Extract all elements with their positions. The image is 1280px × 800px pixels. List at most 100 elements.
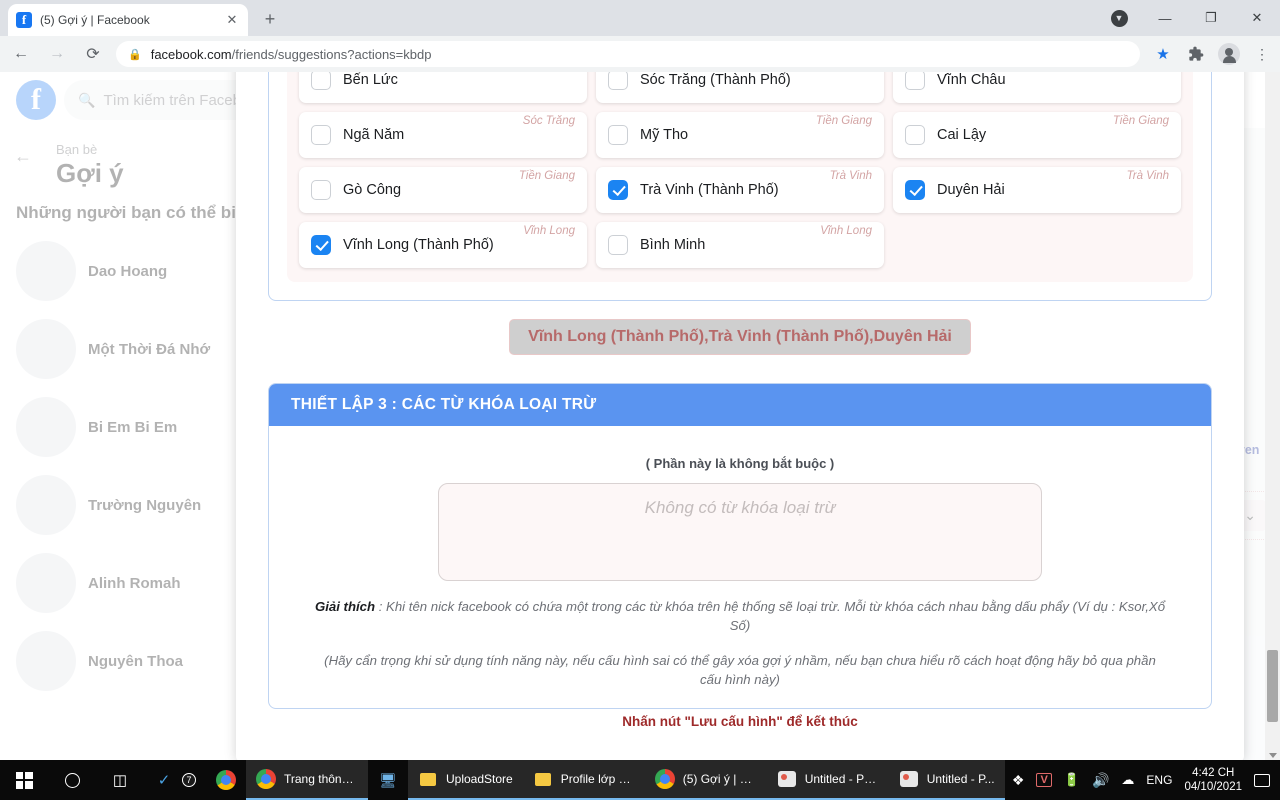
checkbox-icon[interactable] bbox=[905, 72, 925, 90]
chrome-icon bbox=[256, 769, 276, 789]
city-checkbox-item[interactable]: Sóc Trăng Ngã Năm bbox=[299, 112, 587, 158]
facebook-logo-icon[interactable]: f bbox=[16, 80, 56, 120]
checkbox-icon-checked[interactable] bbox=[608, 180, 628, 200]
wifi-icon[interactable]: ☁ bbox=[1121, 772, 1134, 788]
address-bar[interactable]: 🔒 facebook.com/friends/suggestions?actio… bbox=[116, 41, 1140, 67]
city-province: Tiền Giang bbox=[518, 170, 575, 182]
page-scrollbar[interactable] bbox=[1265, 72, 1280, 762]
close-icon[interactable]: ✕ bbox=[224, 12, 240, 28]
taskbar-app-uploadstore[interactable]: UploadStore bbox=[408, 760, 523, 800]
city-checkbox-item[interactable]: Trà Vinh Duyên Hải bbox=[893, 167, 1181, 213]
task-view-icon: ◫ bbox=[112, 772, 128, 789]
city-checkbox-item[interactable]: Bến Lức bbox=[299, 72, 587, 103]
selected-cities-wrap: Vĩnh Long (Thành Phố),Trà Vinh (Thành Ph… bbox=[236, 301, 1244, 365]
suggestion-name: Dao Hoang bbox=[88, 262, 168, 280]
checkbox-icon-checked[interactable] bbox=[311, 235, 331, 255]
screen: f (5) Gợi ý | Facebook ✕ + ▼ — ❐ ✕ ← → ⟳… bbox=[0, 0, 1280, 800]
city-name: Duyên Hải bbox=[937, 182, 1005, 198]
city-checkbox-item[interactable]: Vĩnh Long Vĩnh Long (Thành Phố) bbox=[299, 222, 587, 268]
dropbox-icon[interactable]: ❖ bbox=[1012, 772, 1025, 789]
profile-avatar-icon[interactable] bbox=[1214, 39, 1244, 69]
city-name: Trà Vinh (Thành Phố) bbox=[640, 182, 779, 198]
checkbox-icon[interactable] bbox=[608, 235, 628, 255]
explain-text: : Khi tên nick facebook có chứa một tron… bbox=[375, 599, 1166, 634]
city-checkbox-item[interactable]: Vĩnh Châu bbox=[893, 72, 1181, 103]
v-icon[interactable]: V bbox=[1036, 773, 1052, 787]
setting3-inner: ( Phần này là không bắt buộc ) Giải thíc… bbox=[269, 426, 1211, 708]
city-province: Tiền Giang bbox=[815, 115, 872, 127]
taskbar-app-label: UploadStore bbox=[446, 772, 513, 786]
checkbox-icon[interactable] bbox=[905, 125, 925, 145]
city-province: Vĩnh Long bbox=[523, 225, 575, 237]
exclude-keywords-textarea[interactable] bbox=[438, 483, 1042, 581]
url-path: /friends/suggestions?actions=kbdp bbox=[231, 46, 432, 62]
browser-toolbar: ← → ⟳ 🔒 facebook.com/friends/suggestions… bbox=[0, 36, 1280, 72]
city-name: Ngã Năm bbox=[343, 127, 405, 143]
search-button[interactable] bbox=[48, 760, 96, 800]
checkbox-icon[interactable] bbox=[311, 72, 331, 90]
checkbox-icon[interactable] bbox=[311, 180, 331, 200]
language-indicator[interactable]: ENG bbox=[1146, 773, 1172, 787]
city-checkbox-item[interactable]: Tiền Giang Gò Công bbox=[299, 167, 587, 213]
network-icon: 🖥 bbox=[379, 771, 397, 788]
city-checkbox-item[interactable]: Trà Vinh Trà Vinh (Thành Phố) bbox=[596, 167, 884, 213]
chrome-menu-icon[interactable]: ⋮ bbox=[1247, 39, 1277, 69]
minimize-button[interactable]: — bbox=[1142, 0, 1188, 36]
chevron-down-icon: ▼ bbox=[1110, 9, 1128, 27]
setting3-optional-note: ( Phần này là không bắt buộc ) bbox=[645, 456, 835, 471]
setting3-explanation: Giải thích : Khi tên nick facebook có ch… bbox=[313, 597, 1167, 635]
page-viewport: f 🔍 Tìm kiếm trên Facebo ← Bạn bè Gợi ý … bbox=[0, 72, 1280, 762]
reload-icon[interactable]: ⟳ bbox=[78, 39, 108, 69]
clock[interactable]: 4:42 CH 04/10/2021 bbox=[1184, 766, 1242, 795]
todo-badge: 7 bbox=[182, 773, 196, 787]
scroll-down-arrow-icon[interactable] bbox=[1269, 753, 1277, 758]
checkbox-icon-checked[interactable] bbox=[905, 180, 925, 200]
paint-icon bbox=[777, 769, 797, 789]
taskbar-app-network[interactable]: 🖥 bbox=[368, 760, 408, 800]
forward-icon[interactable]: → bbox=[42, 39, 72, 69]
taskbar-app-paint-1[interactable]: Untitled - Pa... bbox=[766, 760, 889, 800]
bookmark-star-icon[interactable]: ★ bbox=[1148, 39, 1178, 69]
taskbar-app-profile-lop3[interactable]: Profile lớp 3... bbox=[522, 760, 645, 800]
start-button[interactable] bbox=[0, 760, 48, 800]
back-arrow-icon[interactable]: ← bbox=[14, 146, 32, 167]
chrome-icon bbox=[216, 770, 236, 790]
checkbox-icon[interactable] bbox=[608, 125, 628, 145]
taskbar-app-paint-2[interactable]: Untitled - P... bbox=[888, 760, 1005, 800]
back-icon[interactable]: ← bbox=[6, 39, 36, 69]
city-name: Vĩnh Châu bbox=[937, 72, 1006, 88]
task-view-button[interactable]: ◫ bbox=[96, 760, 144, 800]
new-tab-button[interactable]: + bbox=[258, 8, 282, 32]
city-checkbox-item[interactable]: Tiền Giang Mỹ Tho bbox=[596, 112, 884, 158]
city-province: Trà Vinh bbox=[829, 170, 872, 182]
setting3-warning: (Hãy cẩn trọng khi sử dụng tính năng này… bbox=[313, 651, 1167, 689]
volume-icon[interactable]: 🔊 bbox=[1092, 772, 1109, 789]
checkbox-icon[interactable] bbox=[608, 72, 628, 90]
search-icon: 🔍 bbox=[78, 91, 96, 108]
battery-icon[interactable]: 🔋 bbox=[1064, 772, 1080, 788]
setting3-header: THIẾT LẬP 3 : CÁC TỪ KHÓA LOẠI TRỪ bbox=[269, 384, 1211, 426]
address-text: facebook.com/friends/suggestions?actions… bbox=[151, 47, 432, 62]
taskbar-app-todo[interactable]: ✓ 7 bbox=[144, 760, 206, 800]
maximize-button[interactable]: ❐ bbox=[1188, 0, 1234, 36]
city-checkbox-item[interactable]: Vĩnh Long Bình Minh bbox=[596, 222, 884, 268]
folder-icon bbox=[533, 769, 553, 789]
explain-label: Giải thích bbox=[314, 599, 376, 614]
profile-chip-button[interactable]: ▼ bbox=[1096, 0, 1142, 36]
browser-tab[interactable]: f (5) Gợi ý | Facebook ✕ bbox=[8, 4, 248, 36]
scrollbar-thumb[interactable] bbox=[1267, 650, 1278, 722]
warning-text: (Hãy cẩn trọng khi sử dụng tính năng này… bbox=[324, 653, 1156, 688]
taskbar-app-chrome[interactable] bbox=[206, 760, 246, 800]
todo-icon: ✓ bbox=[157, 772, 171, 789]
avatar bbox=[16, 553, 76, 613]
extensions-puzzle-icon[interactable] bbox=[1181, 39, 1211, 69]
window-close-button[interactable]: ✕ bbox=[1234, 0, 1280, 36]
checkbox-icon[interactable] bbox=[311, 125, 331, 145]
facebook-search-placeholder: Tìm kiếm trên Facebo bbox=[103, 91, 250, 109]
taskbar-app-trang-thong[interactable]: Trang thông... bbox=[246, 760, 368, 800]
city-selection-inner: Bến Lức Sóc Trăng (Thành Phố) Vĩnh Châu … bbox=[269, 72, 1211, 300]
city-checkbox-item[interactable]: Sóc Trăng (Thành Phố) bbox=[596, 72, 884, 103]
notification-icon[interactable] bbox=[1254, 773, 1270, 787]
city-checkbox-item[interactable]: Tiền Giang Cai Lậy bbox=[893, 112, 1181, 158]
taskbar-app-goi-y[interactable]: (5) Gợi ý | Fa... bbox=[644, 760, 767, 800]
